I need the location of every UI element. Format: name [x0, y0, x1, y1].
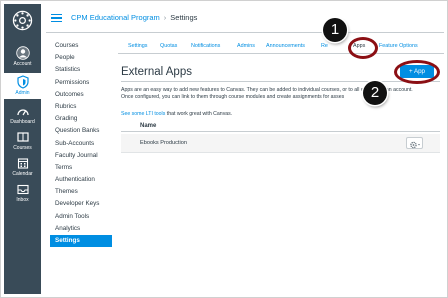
global-nav-label: Inbox — [16, 197, 29, 203]
gear-icon — [410, 141, 420, 149]
account-nav-item[interactable]: Question Banks — [50, 125, 112, 137]
global-nav-inbox[interactable]: Inbox — [4, 180, 41, 206]
column-header-name: Name — [140, 123, 157, 129]
courses-icon — [16, 132, 29, 142]
tab-reports[interactable]: Re — [321, 43, 328, 49]
global-nav: Account Admin Dashboard Courses Calendar… — [4, 4, 41, 294]
apps-tab-highlight-ring — [348, 37, 378, 59]
global-nav-calendar[interactable]: Calendar — [4, 154, 41, 180]
account-nav-item[interactable]: Permissions — [50, 77, 112, 89]
app-settings-button[interactable] — [406, 137, 423, 149]
lti-tools-suffix: that work great with Canvas. — [165, 111, 233, 117]
breadcrumb-separator: › — [163, 13, 167, 22]
course-menu-toggle[interactable] — [51, 14, 62, 23]
canvas-logo-icon[interactable] — [12, 10, 33, 31]
lti-tools-text: See some LTI tools that work great with … — [121, 111, 232, 117]
dashboard-icon — [16, 109, 29, 116]
screenshot-frame: Account Admin Dashboard Courses Calendar… — [0, 0, 448, 298]
callout-badge-1: 1 — [323, 18, 347, 42]
account-nav-item-settings[interactable]: Settings — [50, 235, 112, 248]
account-nav-item[interactable]: Terms — [50, 162, 112, 174]
account-nav-item[interactable]: Analytics — [50, 223, 112, 235]
inbox-icon — [16, 184, 29, 195]
settings-tabs: Settings Quotas Notifications Admins Ann… — [118, 40, 444, 54]
hamburger-bar — [51, 20, 62, 23]
account-nav-item[interactable]: Statistics — [50, 64, 112, 76]
apps-table-header: Name — [121, 123, 440, 132]
tab-settings[interactable]: Settings — [128, 43, 147, 49]
breadcrumb-account-link[interactable]: CPM Educational Program — [71, 13, 160, 22]
header-divider — [46, 32, 444, 33]
lti-tools-link[interactable]: See some LTI tools — [121, 111, 165, 117]
account-nav-item[interactable]: Courses — [50, 40, 112, 52]
account-nav-item[interactable]: Grading — [50, 113, 112, 125]
global-nav-label: Courses — [13, 145, 32, 151]
shield-icon — [16, 75, 29, 89]
global-nav-courses[interactable]: Courses — [4, 128, 41, 154]
account-nav-item[interactable]: Authentication — [50, 174, 112, 186]
page-title: External Apps — [121, 66, 192, 78]
breadcrumb: CPM Educational Program › Settings — [71, 13, 197, 22]
global-nav-label: Admin — [15, 90, 30, 96]
caret-down-icon — [418, 144, 420, 146]
global-nav-label: Calendar — [12, 171, 33, 177]
account-nav-item[interactable]: Sub-Accounts — [50, 138, 112, 150]
global-nav-dashboard[interactable]: Dashboard — [4, 102, 41, 128]
account-nav-item[interactable]: People — [50, 52, 112, 64]
tab-admins[interactable]: Admins — [237, 43, 255, 49]
app-name: Ebooks Production — [140, 140, 187, 146]
global-nav-label: Dashboard — [10, 119, 35, 125]
global-nav-label: Account — [13, 61, 32, 67]
global-nav-admin[interactable]: Admin — [4, 73, 41, 99]
title-divider — [121, 81, 440, 82]
account-nav-item[interactable]: Faculty Journal — [50, 150, 112, 162]
add-app-highlight-ring — [394, 60, 440, 84]
table-row: Ebooks Production — [121, 134, 440, 153]
tab-notifications[interactable]: Notifications — [191, 43, 220, 49]
account-nav-item[interactable]: Themes — [50, 186, 112, 198]
global-nav-account[interactable]: Account — [4, 44, 41, 70]
account-nav-item[interactable]: Rubrics — [50, 101, 112, 113]
hamburger-bar — [51, 14, 62, 16]
description-line: Once configured, you can link to them th… — [121, 94, 345, 100]
tab-announcements[interactable]: Announcements — [266, 43, 305, 49]
account-nav: Courses People Statistics Permissions Ou… — [50, 40, 112, 248]
account-nav-item[interactable]: Developer Keys — [50, 198, 112, 210]
callout-badge-2: 2 — [363, 81, 387, 105]
apps-description: Apps are an easy way to add new features… — [121, 87, 441, 101]
tab-feature-options[interactable]: Feature Options — [379, 43, 418, 49]
calendar-icon — [17, 158, 28, 169]
description-line: Apps are an easy way to add new features… — [121, 87, 413, 93]
hamburger-bar — [51, 17, 62, 19]
tab-quotas[interactable]: Quotas — [160, 43, 177, 49]
breadcrumb-current: Settings — [170, 13, 198, 22]
account-nav-item[interactable]: Admin Tools — [50, 211, 112, 223]
account-nav-item[interactable]: Outcomes — [50, 89, 112, 101]
account-icon — [15, 46, 30, 60]
